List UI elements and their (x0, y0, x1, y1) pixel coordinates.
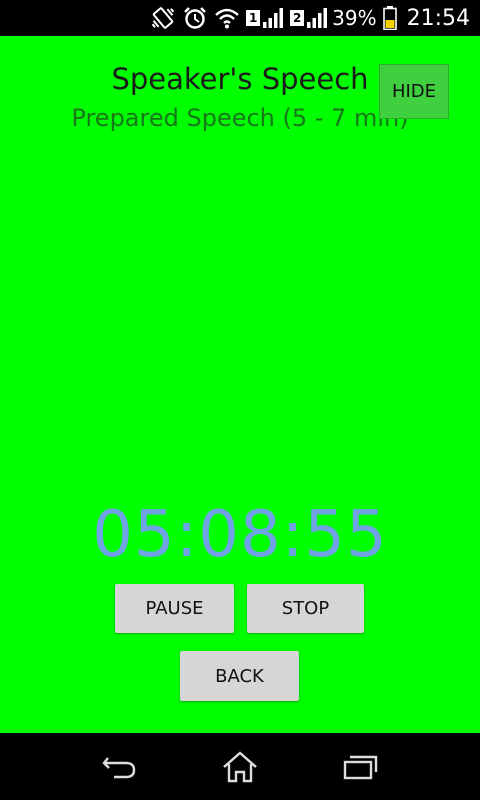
back-icon (102, 757, 136, 779)
recent-apps-icon (343, 755, 378, 780)
nav-recent-button[interactable] (338, 747, 382, 787)
hide-button[interactable]: HIDE (379, 64, 449, 119)
signal-sim1-icon: 1 (246, 8, 284, 28)
sim2-badge: 2 (290, 10, 305, 26)
wifi-icon (214, 7, 240, 29)
battery-percent: 39% (332, 6, 377, 30)
status-bar: 1 2 39% 21:54 (0, 0, 480, 36)
signal-sim2-icon: 2 (290, 8, 328, 28)
nav-back-button[interactable] (98, 747, 142, 787)
home-icon (223, 751, 257, 783)
clock: 21:54 (406, 5, 470, 31)
navigation-bar (0, 733, 480, 800)
back-button[interactable]: BACK (180, 651, 299, 701)
pause-button[interactable]: PAUSE (115, 584, 234, 633)
nav-home-button[interactable] (218, 747, 262, 787)
sim1-badge: 1 (246, 10, 261, 26)
stop-button[interactable]: STOP (247, 584, 364, 633)
alarm-icon (182, 6, 208, 30)
speech-timer-screen: Speaker's Speech Prepared Speech (5 - 7 … (0, 36, 480, 733)
battery-icon (382, 6, 397, 30)
vibrate-icon (150, 6, 176, 30)
elapsed-timer: 05:08:55 (92, 498, 388, 572)
